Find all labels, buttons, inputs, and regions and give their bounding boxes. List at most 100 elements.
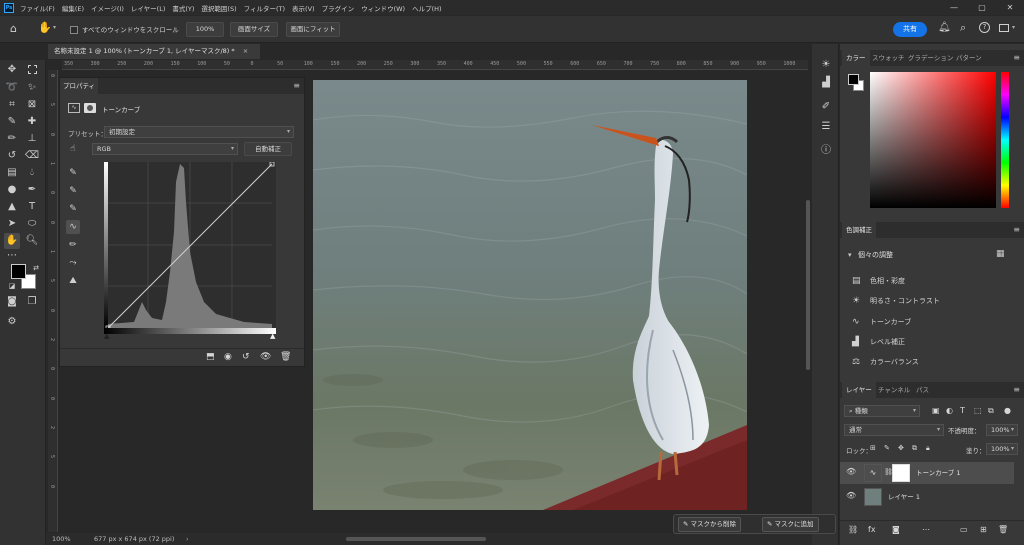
link-layers-icon[interactable]: ⛓ bbox=[848, 525, 858, 534]
menu-edit[interactable]: 編集(E) bbox=[62, 3, 84, 13]
lock-transparent-icon[interactable]: ⊞ bbox=[870, 444, 876, 452]
new-group-icon[interactable]: ▭ bbox=[960, 525, 968, 534]
chevron-down-icon[interactable]: ▾ bbox=[1012, 24, 1015, 31]
adj-levels[interactable]: ▟ レベル補正 bbox=[852, 335, 905, 349]
stamp-tool-icon[interactable]: ⊥ bbox=[24, 131, 40, 147]
tab-layers[interactable]: レイヤー bbox=[842, 382, 876, 398]
grid-view-icon[interactable]: ▦ bbox=[996, 249, 1005, 259]
fill-screen-button[interactable]: 画面にフィット bbox=[286, 22, 340, 37]
lasso-tool-icon[interactable]: ➰ bbox=[4, 80, 20, 96]
tab-swatches[interactable]: スウォッチ bbox=[868, 50, 909, 66]
layer-filter-select[interactable]: ⌕ 種類 ▾ bbox=[844, 405, 920, 417]
add-mask-icon[interactable]: ◙ bbox=[892, 525, 900, 534]
workspace-icon[interactable] bbox=[999, 24, 1009, 32]
shape-tool-icon[interactable]: ⬭ bbox=[24, 216, 40, 232]
eyedropper-tool-icon[interactable]: ✎ bbox=[4, 114, 20, 130]
filter-pixel-icon[interactable]: ▣ bbox=[932, 406, 940, 415]
hand-tool-preset-icon[interactable]: ✋ bbox=[38, 21, 52, 34]
new-layer-icon[interactable]: ⊞ bbox=[980, 525, 987, 534]
adj-hue-saturation[interactable]: ▤ 色相・彩度 bbox=[852, 274, 905, 288]
menu-layer[interactable]: レイヤー(L) bbox=[131, 3, 166, 13]
levels-icon[interactable]: ▟ bbox=[819, 76, 833, 90]
adj-curves[interactable]: ∿ トーンカーブ bbox=[852, 315, 911, 329]
visibility-eye-icon[interactable]: 👁︎ bbox=[260, 352, 271, 362]
screen-mode-icon[interactable]: ❐ bbox=[24, 294, 40, 310]
fit-screen-button[interactable]: 画面サイズ bbox=[230, 22, 278, 37]
chevron-down-icon[interactable]: ▾ bbox=[53, 24, 56, 31]
subtract-from-mask-button[interactable]: ✎ マスクから削除 bbox=[678, 517, 742, 532]
default-colors-icon[interactable]: ◪ bbox=[4, 278, 20, 294]
more-options-icon[interactable]: ⋯ bbox=[922, 525, 930, 534]
smooth-curve-icon[interactable]: ⤳ bbox=[66, 256, 80, 270]
panel-menu-icon[interactable]: ≡ bbox=[1013, 385, 1020, 394]
fill-field[interactable]: 100% ▾ bbox=[986, 443, 1018, 455]
visibility-eye-icon[interactable]: 👁︎ bbox=[846, 467, 856, 476]
gradient-tool-icon[interactable]: ▤ bbox=[4, 165, 20, 181]
search-icon[interactable]: ⌕ bbox=[960, 21, 966, 35]
maximize-button[interactable]: ▢ bbox=[968, 0, 996, 15]
panel-menu-icon[interactable]: ≡ bbox=[293, 81, 300, 90]
menu-file[interactable]: ファイル(F) bbox=[20, 3, 55, 13]
filter-toggle-icon[interactable]: ● bbox=[1004, 406, 1011, 415]
home-icon[interactable]: ⌂ bbox=[10, 22, 17, 35]
menu-select[interactable]: 選択範囲(S) bbox=[201, 3, 236, 13]
view-previous-icon[interactable]: ◉ bbox=[224, 352, 232, 362]
curve-points-icon[interactable]: ∿ bbox=[66, 220, 80, 234]
tab-paths[interactable]: パス bbox=[912, 382, 933, 398]
menu-help[interactable]: ヘルプ(H) bbox=[412, 3, 441, 13]
frame-tool-icon[interactable]: ⊠ bbox=[24, 97, 40, 113]
zoom-tool-icon[interactable]: 🔍︎ bbox=[24, 233, 40, 249]
white-point-eyedropper-icon[interactable]: ✎ bbox=[66, 202, 80, 216]
channel-select[interactable]: RGB ▾ bbox=[92, 143, 238, 155]
tab-patterns[interactable]: パターン bbox=[952, 50, 986, 66]
layer-name[interactable]: トーンカーブ 1 bbox=[916, 462, 961, 484]
document-canvas[interactable] bbox=[313, 80, 747, 510]
scroll-all-checkbox[interactable] bbox=[70, 26, 78, 34]
filter-smart-object-icon[interactable]: ⧉ bbox=[988, 406, 994, 416]
status-zoom[interactable]: 100% bbox=[52, 533, 71, 545]
share-button[interactable]: 共有 bbox=[893, 22, 927, 37]
crop-tool-icon[interactable]: ⌗ bbox=[4, 97, 20, 113]
brightness-icon[interactable]: ☀ bbox=[819, 58, 833, 72]
white-slider-handle[interactable]: ▲ bbox=[270, 332, 275, 340]
menu-plugins[interactable]: プラグイン bbox=[322, 3, 355, 13]
lock-position-icon[interactable]: ✥ bbox=[898, 444, 904, 452]
chevron-down-icon[interactable]: ▾ bbox=[848, 251, 852, 259]
dodge-tool-icon[interactable]: ● bbox=[4, 182, 20, 198]
tab-channels[interactable]: チャンネル bbox=[874, 382, 914, 398]
reset-icon[interactable]: ↺ bbox=[242, 352, 250, 362]
foreground-color-swatch-top[interactable] bbox=[11, 264, 26, 279]
edit-toolbar-icon[interactable]: ⚙ bbox=[4, 314, 20, 330]
help-icon[interactable]: ? bbox=[979, 22, 990, 33]
black-slider-handle[interactable]: ▲ bbox=[104, 332, 109, 340]
properties-tab[interactable]: プロパティ bbox=[60, 78, 98, 94]
hue-slider[interactable] bbox=[1001, 72, 1009, 208]
layer-row[interactable]: 👁︎ ∿ ⛓ トーンカーブ 1 bbox=[840, 462, 1014, 484]
history-brush-icon[interactable]: ↺ bbox=[4, 148, 20, 164]
healing-brush-icon[interactable]: ✚ bbox=[24, 114, 40, 130]
zoom-100-button[interactable]: 100% bbox=[186, 22, 224, 37]
swap-colors-icon[interactable]: ⇄ bbox=[28, 260, 44, 276]
menu-view[interactable]: 表示(V) bbox=[292, 3, 315, 13]
pencil-curve-icon[interactable]: ✏ bbox=[66, 238, 80, 252]
status-doc-info[interactable]: 677 px x 674 px (72 ppi) bbox=[94, 533, 174, 545]
brush-settings-icon[interactable]: ✐ bbox=[819, 100, 833, 114]
black-point-eyedropper-icon[interactable]: ✎ bbox=[66, 166, 80, 180]
blend-mode-select[interactable]: 通常 ▾ bbox=[844, 424, 944, 436]
clip-to-layer-icon[interactable]: ⬒ bbox=[206, 352, 215, 362]
panel-menu-icon[interactable]: ≡ bbox=[1013, 53, 1020, 62]
tab-color[interactable]: カラー bbox=[842, 50, 870, 66]
add-to-mask-button[interactable]: ✎ マスクに追加 bbox=[762, 517, 819, 532]
type-tool-icon[interactable]: T bbox=[24, 199, 40, 215]
close-window-button[interactable]: ✕ bbox=[996, 0, 1024, 15]
adj-brightness-contrast[interactable]: ☀ 明るさ・コントラスト bbox=[852, 294, 940, 308]
pen-tool-icon[interactable]: ✒ bbox=[24, 182, 40, 198]
close-tab-icon[interactable]: × bbox=[243, 47, 248, 55]
clipping-warning-icon[interactable]: ⛰ bbox=[66, 274, 80, 288]
targeted-adjust-icon[interactable]: ☝ bbox=[66, 142, 80, 156]
filter-shape-icon[interactable]: ⬚ bbox=[974, 406, 982, 415]
more-tools-icon[interactable]: ⋯ bbox=[4, 248, 20, 264]
path-selection-icon[interactable]: ▲ bbox=[4, 199, 20, 215]
marquee-tool-icon[interactable] bbox=[24, 62, 40, 78]
brush-tool-icon[interactable]: ✏ bbox=[4, 131, 20, 147]
